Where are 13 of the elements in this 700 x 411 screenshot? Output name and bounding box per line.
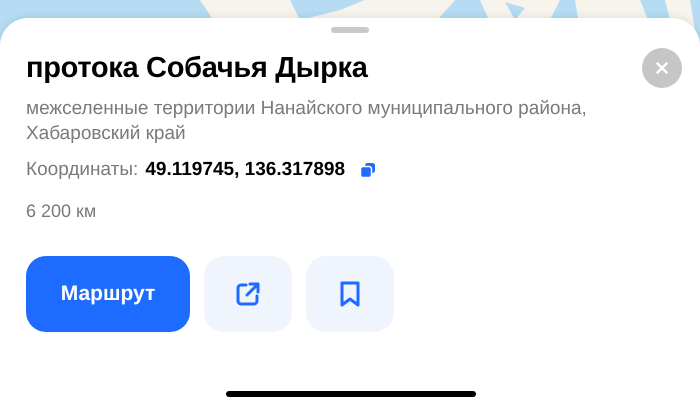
place-address: межселенные территории Нанайского муниципального района, Хабаровский край: [26, 97, 588, 146]
drag-handle[interactable]: [331, 27, 369, 33]
coordinates-value: 49.119745, 136.317898: [145, 159, 346, 181]
share-button[interactable]: [204, 256, 292, 332]
place-title: протока Собачья Дырка: [26, 52, 368, 84]
distance: 6 200 км: [26, 201, 98, 222]
route-button[interactable]: Маршрут: [26, 256, 190, 332]
bookmark-button[interactable]: [306, 256, 394, 332]
close-icon: [656, 62, 668, 74]
copy-icon[interactable]: [360, 162, 376, 178]
bookmark-icon: [338, 280, 362, 308]
share-icon: [234, 280, 262, 308]
coordinates-label: Координаты:: [26, 159, 138, 181]
